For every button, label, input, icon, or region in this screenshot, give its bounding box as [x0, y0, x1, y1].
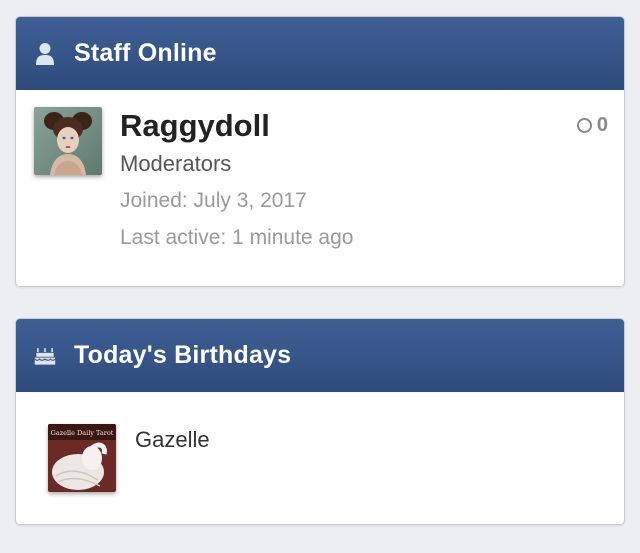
staff-member-name[interactable]: Raggydoll	[120, 109, 353, 143]
staff-member-joined: Joined: July 3, 2017	[120, 189, 307, 212]
avatar-caption: Gazelle Daily Tarot	[51, 429, 114, 437]
staff-online-title: Staff Online	[74, 39, 217, 67]
birthdays-title: Today's Birthdays	[74, 341, 292, 369]
staff-online-header: Staff Online	[16, 17, 624, 90]
birthdays-header: Today's Birthdays	[16, 319, 624, 392]
staff-member-last-active: Last active: 1 minute ago	[120, 226, 354, 249]
birthdays-widget: Today's Birthdays Gazelle Daily Tarot Ga…	[15, 318, 625, 525]
reputation-count: 0	[596, 114, 608, 136]
birthday-avatar[interactable]: Gazelle Daily Tarot	[48, 424, 116, 492]
birthday-member-name[interactable]: Gazelle	[135, 427, 210, 453]
staff-online-widget: Staff Online Raggydoll Moderators Joined…	[15, 16, 625, 287]
staff-member-row: Raggydoll Moderators Joined: July 3, 201…	[16, 90, 624, 250]
birthday-member-row: Gazelle Daily Tarot Gazelle	[16, 392, 624, 492]
birthday-cake-icon	[34, 343, 56, 369]
reputation-icon	[576, 118, 592, 133]
staff-avatar[interactable]	[34, 107, 102, 175]
user-icon	[34, 41, 56, 67]
staff-member-group: Moderators	[120, 151, 232, 176]
reputation-badge: 0	[576, 114, 608, 137]
